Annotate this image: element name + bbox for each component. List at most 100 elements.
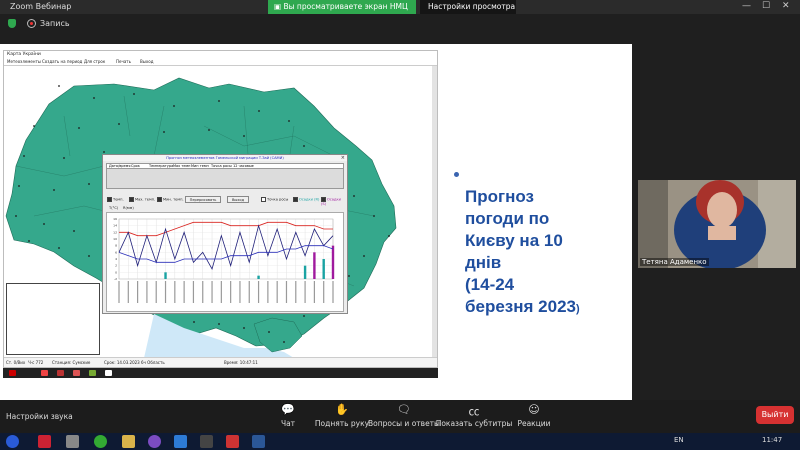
checkbox-temp[interactable]: Темп.	[107, 197, 124, 202]
precip-bar	[322, 259, 325, 279]
participant-name: Тетяна Адаменко	[640, 258, 709, 266]
date-tick-label	[239, 281, 241, 303]
audio-settings-button[interactable]: Настройки звука	[6, 412, 73, 421]
viber-icon[interactable]	[148, 435, 161, 448]
date-tick-label	[137, 281, 139, 303]
precip-bar	[313, 252, 316, 279]
status-cell: Ст. 0/Вих	[6, 360, 26, 365]
date-tick-label	[118, 281, 120, 303]
date-tick-label	[257, 281, 260, 303]
status-row: Запись	[0, 14, 800, 34]
date-tick-label	[174, 281, 176, 303]
precip-bar	[257, 275, 260, 279]
folder-icon[interactable]	[122, 435, 135, 448]
taskbar-app-icon[interactable]	[66, 435, 79, 448]
close-button[interactable]: ✕	[782, 1, 790, 11]
checkbox-max-temp[interactable]: Мах. темп.	[129, 197, 155, 202]
participant-video[interactable]: Тетяна Адаменко	[638, 180, 796, 268]
screen-share-banner[interactable]: ▣ Вы просматриваете экран НМЦ ВФПО	[268, 0, 416, 25]
taskbar-app-icon[interactable]	[38, 435, 51, 448]
map-app-window: Карта України Метеоэлементы Создать на п…	[3, 50, 438, 368]
maximize-button[interactable]: ☐	[762, 1, 770, 11]
reactions-button[interactable]: ☺ Реакции	[494, 403, 574, 428]
overview-panel	[6, 283, 100, 355]
shield-icon	[8, 19, 16, 28]
checkbox-dewpoint[interactable]: Точка росы	[261, 197, 288, 202]
recording-label: Запись	[40, 19, 70, 28]
date-tick-label	[164, 281, 167, 303]
tick-label: 14	[113, 224, 117, 228]
slide-title: Прогноз погоди по Києву на 10 днів (14-2…	[465, 186, 625, 320]
minimize-button[interactable]: —	[742, 1, 751, 11]
map-scrollbar[interactable]	[432, 66, 437, 358]
precip-bar	[303, 265, 307, 279]
title-line: погоди по	[465, 209, 550, 228]
date-tick-label	[202, 281, 204, 303]
tick-label: 4	[115, 257, 117, 261]
checkbox-precip-r[interactable]: Осадки (R)	[293, 197, 319, 202]
menu-rows[interactable]: Для строк	[84, 59, 105, 64]
leave-button[interactable]: Выйти	[756, 406, 794, 424]
app-icon	[57, 370, 64, 376]
plot-area	[118, 218, 334, 280]
dialog-title: Прогноз метеоэлементов Гомельской миграц…	[103, 155, 347, 161]
qa-label: Вопросы и ответы	[368, 419, 440, 428]
app-menu: Метеоэлементы Создать на период Для стро…	[4, 58, 437, 66]
title-line: Києву на 10	[465, 231, 563, 250]
checkbox-precip-s[interactable]: Осадки (S)	[321, 197, 347, 206]
view-options-button[interactable]: Настройки просмотра	[420, 0, 516, 14]
date-tick-label	[267, 281, 269, 303]
forecast-table[interactable]	[106, 169, 344, 189]
tick-label: 12	[113, 230, 117, 234]
menu-exit[interactable]: Выход	[140, 59, 153, 64]
date-tick-label	[332, 281, 334, 303]
tick-label: 2	[115, 264, 117, 268]
status-cell: Время: 10:47:11	[224, 360, 258, 365]
menu-print[interactable]: Печать	[116, 59, 131, 64]
checkbox-min-temp[interactable]: Мин. темп.	[157, 197, 184, 202]
status-cell: Станция: Сумские	[52, 360, 91, 365]
date-tick-label	[285, 281, 288, 303]
chat-label: Чат	[280, 419, 296, 428]
status-cell: Ч-с 772	[28, 360, 44, 365]
qa-button[interactable]: 🗨 Вопросы и ответы	[364, 403, 444, 428]
date-tick-label	[211, 281, 213, 303]
zoom-icon[interactable]	[174, 435, 187, 448]
zoom-title-bar: Zoom Вебинар ▣ Вы просматриваете экран Н…	[0, 0, 800, 25]
forecast-dialog: Прогноз метеоэлементов Гомельской миграц…	[102, 154, 348, 314]
date-tick-label	[248, 281, 250, 303]
tick-label: -2	[114, 277, 117, 281]
app-status-bar: Ст. 0/Вих Ч-с 772 Станция: Сумские Срок:…	[4, 357, 437, 367]
windows-taskbar: EN 11:47	[0, 433, 800, 450]
date-tick-label	[276, 281, 278, 303]
raise-hand-label: Поднять руку	[314, 419, 370, 428]
date-tick-label	[220, 281, 222, 303]
precip-axis-label: R(мм)	[123, 206, 134, 210]
menu-meteo[interactable]: Метеоэлементы	[7, 59, 41, 64]
tick-label: 16	[113, 217, 117, 221]
forecast-chart: -2 0 2 4 6 8 10 12 14 16	[106, 212, 344, 312]
precip-bar	[331, 245, 335, 279]
language-indicator[interactable]: EN	[674, 436, 684, 444]
exit-dialog-button[interactable]: Выход	[227, 196, 249, 203]
title-line: днів	[465, 253, 502, 272]
date-tick-label	[323, 281, 325, 303]
redraw-button[interactable]: Перерисовать	[185, 196, 221, 203]
participant-image	[638, 180, 796, 268]
chrome-icon[interactable]	[94, 435, 107, 448]
status-cell: Срок: 14.03.2023 6ч Область	[104, 360, 165, 365]
qa-icon: 🗨	[397, 403, 411, 416]
menu-create-period[interactable]: Создать на период	[42, 59, 82, 64]
close-icon[interactable]: ×	[341, 155, 345, 161]
date-tick-label	[192, 281, 195, 303]
date-tick-label	[313, 281, 315, 303]
date-tick-label	[127, 281, 129, 303]
slide-taskbar-strip	[3, 368, 438, 378]
word-icon[interactable]	[252, 435, 265, 448]
taskbar-app-icon[interactable]	[200, 435, 213, 448]
tick-label: 0	[115, 270, 117, 274]
title-line: (14-24	[465, 275, 515, 294]
tick-label: 8	[115, 244, 117, 248]
start-icon[interactable]	[6, 435, 19, 448]
taskbar-app-icon[interactable]	[226, 435, 239, 448]
